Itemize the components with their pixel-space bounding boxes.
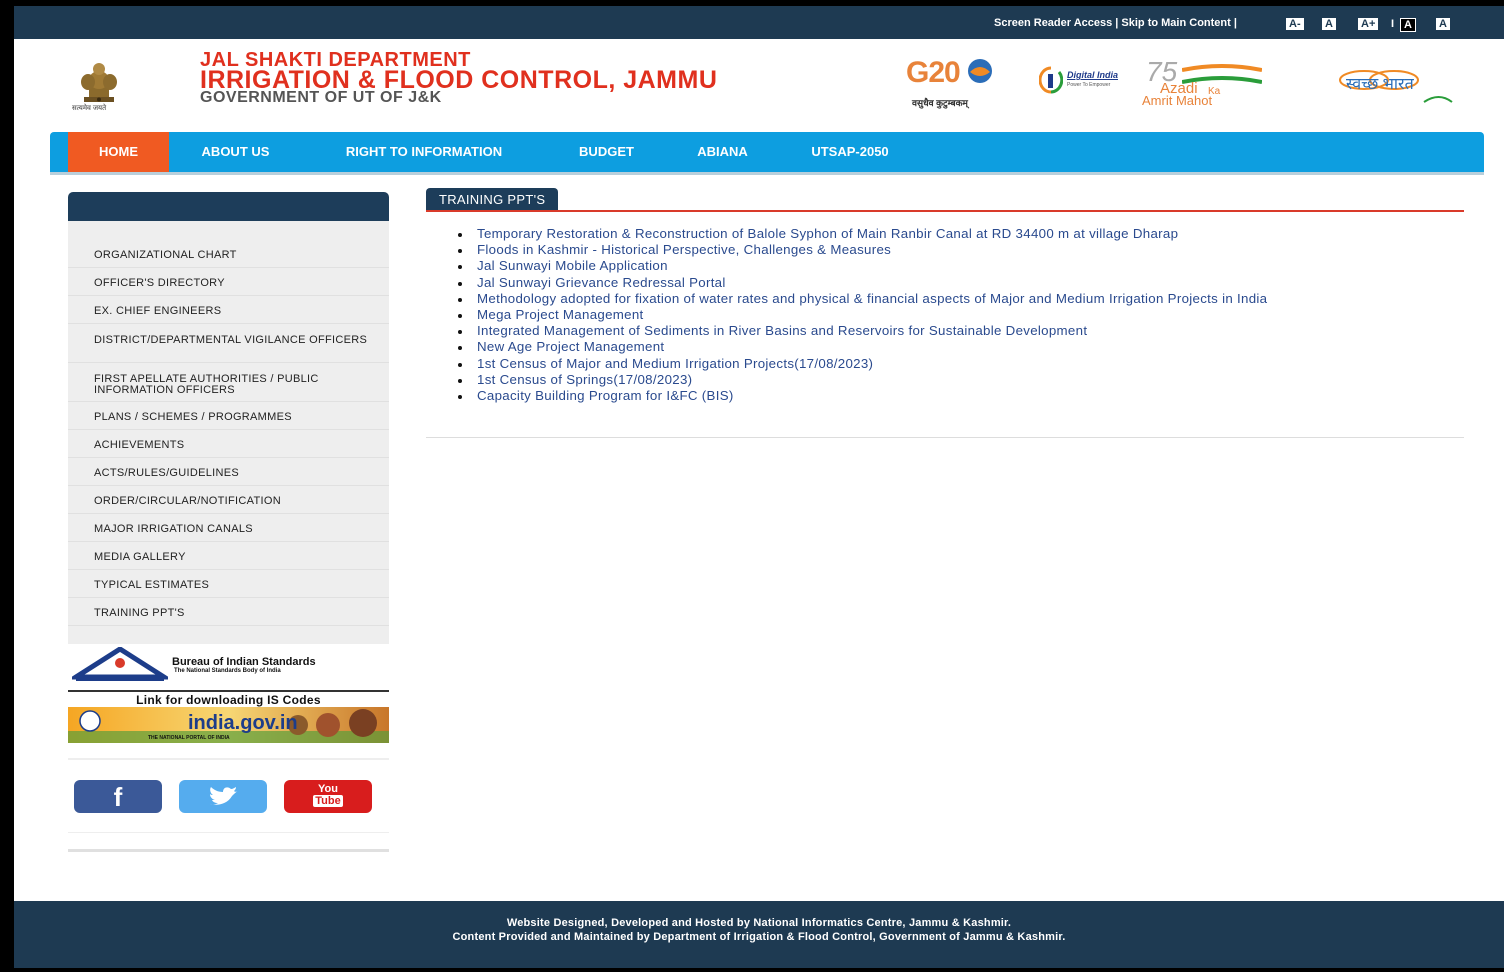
divider (68, 758, 389, 760)
ppt-link[interactable]: Methodology adopted for fixation of wate… (454, 291, 1466, 307)
nav-abiana[interactable]: ABIANA (674, 132, 771, 172)
nav-right-to-information[interactable]: RIGHT TO INFORMATION (312, 132, 536, 172)
ppt-link[interactable]: Integrated Management of Sediments in Ri… (454, 323, 1466, 339)
youtube-button[interactable]: You Tube (284, 780, 372, 813)
ppt-link[interactable]: Mega Project Management (454, 307, 1466, 323)
sidebar-item-order-circular[interactable]: ORDER/CIRCULAR/NOTIFICATION (68, 486, 389, 514)
page: Screen Reader Access | Skip to Main Cont… (14, 6, 1504, 968)
facebook-button[interactable]: f (74, 780, 162, 813)
nav-home[interactable]: HOME (68, 132, 169, 172)
normal-contrast-button[interactable]: A (1436, 18, 1450, 30)
india-gov-banner[interactable]: india.gov.in THE NATIONAL PORTAL OF INDI… (68, 707, 389, 743)
g20-text: G20 (906, 56, 961, 89)
sidebar-menu: ORGANIZATIONAL CHART OFFICER'S DIRECTORY… (68, 221, 389, 644)
swachh-bharat-logo: स्वच्छ भारत (1324, 62, 1459, 114)
nav-utsap-2050[interactable]: UTSAP-2050 (790, 132, 910, 172)
sidebar-item-vigilance-officers[interactable]: DISTRICT/DEPARTMENTAL VIGILANCE OFFICERS (68, 324, 389, 363)
sidebar-item-media-gallery[interactable]: MEDIA GALLERY (68, 542, 389, 570)
ppt-link[interactable]: Jal Sunwayi Mobile Application (454, 258, 1466, 274)
digital-india-caption: Power To Empower (1067, 82, 1111, 88)
sidebar-item-appellate-authorities[interactable]: FIRST APELLATE AUTHORITIES / PUBLIC INFO… (68, 363, 389, 402)
ppt-link[interactable]: Temporary Restoration & Reconstruction o… (454, 226, 1466, 242)
digital-india-text: Digital India (1067, 70, 1119, 80)
sidebar-item-label: PLANS / SCHEMES / PROGRAMMES (94, 411, 292, 423)
content-divider (426, 437, 1464, 438)
footer-line-1: Website Designed, Developed and Hosted b… (506, 917, 1012, 929)
sidebar-item-achievements[interactable]: ACHIEVEMENTS (68, 430, 389, 458)
bis-title: Bureau of Indian Standards (172, 656, 316, 668)
sidebar-item-plans-schemes[interactable]: PLANS / SCHEMES / PROGRAMMES (68, 402, 389, 430)
twitter-icon (208, 787, 238, 805)
sidebar-item-label: ACHIEVEMENTS (94, 439, 185, 451)
nav-about-us[interactable]: ABOUT US (181, 132, 290, 172)
emblem-caption: सत्यमेव जयते (72, 105, 107, 112)
sidebar-item-typical-estimates[interactable]: TYPICAL ESTIMATES (68, 570, 389, 598)
sidebar-item-label: DISTRICT/DEPARTMENTAL VIGILANCE OFFICERS (94, 334, 368, 346)
ppt-link[interactable]: New Age Project Management (454, 339, 1466, 355)
youtube-text-1: You (318, 783, 338, 795)
ppt-link[interactable]: 1st Census of Major and Medium Irrigatio… (454, 356, 1466, 372)
sidebar-item-label: MAJOR IRRIGATION CANALS (94, 523, 253, 535)
sidebar-item-officers-directory[interactable]: OFFICER'S DIRECTORY (68, 268, 389, 296)
sidebar-item-label: ACTS/RULES/GUIDELINES (94, 467, 240, 479)
font-increase-button[interactable]: A+ (1358, 18, 1379, 30)
content-title: TRAINING PPT'S (426, 188, 559, 211)
footer-line-2: Content Provided and Maintained by Depar… (452, 931, 1066, 943)
sidebar-item-label: OFFICER'S DIRECTORY (94, 277, 225, 289)
sidebar-item-label: TYPICAL ESTIMATES (94, 579, 210, 591)
ppt-link[interactable]: Floods in Kashmir - Historical Perspecti… (454, 242, 1466, 258)
bis-subtitle: The National Standards Body of India (174, 668, 281, 674)
department-title: JAL SHAKTI DEPARTMENT IRRIGATION & FLOOD… (200, 50, 717, 106)
sidebar-item-ex-chief-engineers[interactable]: EX. CHIEF ENGINEERS (68, 296, 389, 324)
accessibility-links[interactable]: Screen Reader Access | Skip to Main Cont… (994, 17, 1237, 29)
divider (68, 832, 389, 833)
digital-india-logo: Digital India Power To Empower (1039, 64, 1124, 96)
sidebar-header (68, 192, 389, 221)
sidebar-item-training-ppts[interactable]: TRAINING PPT'S (68, 598, 389, 626)
swachh-text: स्वच्छ भारत (1346, 76, 1414, 93)
nav-budget[interactable]: BUDGET (556, 132, 657, 172)
sidebar-item-organizational-chart[interactable]: ORGANIZATIONAL CHART (68, 240, 389, 268)
sidebar-item-label: TRAINING PPT'S (94, 607, 185, 619)
sidebar-item-label: MEDIA GALLERY (94, 551, 186, 563)
ppt-link[interactable]: Jal Sunwayi Grievance Redressal Portal (454, 275, 1466, 291)
g20-caption: वसुधैव कुटुम्बकम् (912, 98, 968, 108)
azadi-ka-amrit-mahotsav-logo: 75 Azadi Ka Amrit Mahot (1142, 56, 1267, 118)
font-decrease-button[interactable]: A- (1286, 18, 1304, 30)
divider (68, 849, 389, 852)
sidebar-item-major-irrigation-canals[interactable]: MAJOR IRRIGATION CANALS (68, 514, 389, 542)
national-emblem-logo: सत्यमेव जयते (64, 54, 134, 116)
india-gov-subtitle: THE NATIONAL PORTAL OF INDIA (148, 735, 230, 741)
font-normal-button[interactable]: A (1322, 18, 1336, 30)
ppt-link[interactable]: Capacity Building Program for I&FC (BIS) (454, 388, 1466, 404)
youtube-icon: You Tube (284, 783, 372, 807)
youtube-text-2: Tube (313, 795, 343, 807)
sidebar-item-acts-rules[interactable]: ACTS/RULES/GUIDELINES (68, 458, 389, 486)
training-ppt-list: Temporary Restoration & Reconstruction o… (454, 226, 1466, 404)
ppt-link[interactable]: 1st Census of Springs(17/08/2023) (454, 372, 1466, 388)
sidebar-item-label: ORDER/CIRCULAR/NOTIFICATION (94, 495, 281, 507)
title-underline (426, 210, 1464, 212)
twitter-button[interactable] (179, 780, 267, 813)
sidebar-item-label: FIRST APELLATE AUTHORITIES / PUBLIC INFO… (94, 373, 319, 396)
high-contrast-button[interactable]: A (1400, 18, 1416, 32)
sidebar-item-label: ORGANIZATIONAL CHART (94, 249, 237, 261)
main-navigation: HOME ABOUT US RIGHT TO INFORMATION BUDGE… (50, 132, 1484, 175)
sidebar-item-label: EX. CHIEF ENGINEERS (94, 305, 222, 317)
bis-banner[interactable]: Bureau of Indian Standards The National … (68, 644, 389, 694)
footer: Website Designed, Developed and Hosted b… (14, 901, 1504, 968)
accessibility-bar: Screen Reader Access | Skip to Main Cont… (14, 6, 1504, 39)
facebook-icon: f (113, 782, 123, 812)
separator: I (1391, 18, 1395, 30)
g20-logo: G20 वसुधैव कुटुम्बकम् (904, 56, 1019, 112)
amrit-mahotsav-text: Amrit Mahot (1142, 93, 1213, 108)
